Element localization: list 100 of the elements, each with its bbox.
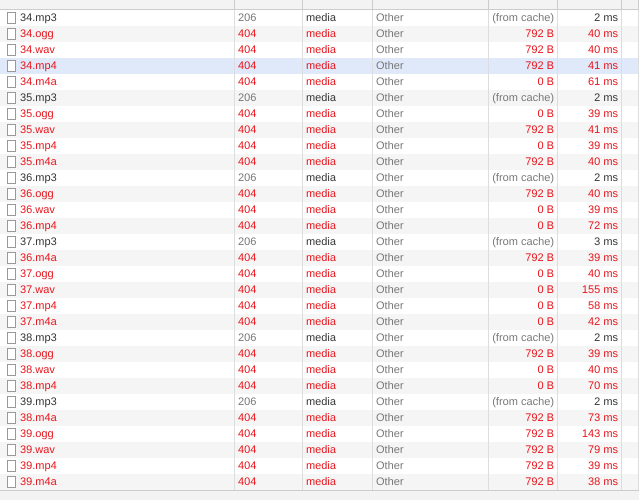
request-row[interactable]: 35.mp3 206 media Other (from cache) 2 ms (0, 90, 639, 106)
request-size: 792 B (525, 476, 554, 488)
request-row[interactable]: 39.wav 404 media Other 792 B 79 ms (0, 442, 639, 458)
request-row[interactable]: 35.m4a 404 media Other 792 B 40 ms (0, 154, 639, 170)
request-time: 2 ms (594, 396, 618, 408)
initiator: Other (376, 92, 404, 104)
request-size: 792 B (525, 252, 554, 264)
file-icon (7, 428, 16, 440)
file-icon (7, 172, 16, 184)
request-type: media (306, 92, 336, 104)
request-type: media (306, 316, 336, 328)
request-name: 38.mp3 (20, 332, 57, 344)
request-name: 34.wav (20, 44, 55, 56)
request-size: 0 B (537, 268, 554, 280)
request-size: 0 B (537, 204, 554, 216)
request-row[interactable]: 34.ogg 404 media Other 792 B 40 ms (0, 26, 639, 42)
request-size: 792 B (525, 44, 554, 56)
request-size: (from cache) (492, 12, 554, 24)
status-code: 404 (238, 284, 256, 296)
initiator: Other (376, 412, 404, 424)
status-code: 404 (238, 444, 256, 456)
request-size: (from cache) (492, 172, 554, 184)
request-row[interactable]: 36.m4a 404 media Other 792 B 39 ms (0, 250, 639, 266)
request-type: media (306, 124, 336, 136)
request-size: 0 B (537, 220, 554, 232)
file-icon (7, 12, 16, 24)
status-code: 404 (238, 140, 256, 152)
request-size: (from cache) (492, 92, 554, 104)
initiator: Other (376, 268, 404, 280)
file-icon (7, 124, 16, 136)
initiator: Other (376, 364, 404, 376)
request-name: 34.mp4 (20, 60, 57, 72)
request-name: 38.ogg (20, 348, 54, 360)
status-code: 404 (238, 28, 256, 40)
initiator: Other (376, 460, 404, 472)
initiator: Other (376, 220, 404, 232)
status-code: 206 (238, 172, 256, 184)
request-row[interactable]: 38.m4a 404 media Other 792 B 73 ms (0, 410, 639, 426)
status-code: 404 (238, 156, 256, 168)
request-row[interactable]: 39.m4a 404 media Other 792 B 38 ms (0, 474, 639, 490)
status-code: 206 (238, 12, 256, 24)
request-row[interactable]: 36.mp4 404 media Other 0 B 72 ms (0, 218, 639, 234)
initiator: Other (376, 396, 404, 408)
request-type: media (306, 460, 336, 472)
file-icon (7, 332, 16, 344)
request-row[interactable]: 37.m4a 404 media Other 0 B 42 ms (0, 314, 639, 330)
initiator: Other (376, 156, 404, 168)
initiator: Other (376, 76, 404, 88)
request-row[interactable]: 37.wav 404 media Other 0 B 155 ms (0, 282, 639, 298)
request-size: 0 B (537, 300, 554, 312)
file-icon (7, 188, 16, 200)
request-time: 73 ms (588, 412, 618, 424)
request-time: 39 ms (588, 348, 618, 360)
status-code: 206 (238, 332, 256, 344)
file-icon (7, 204, 16, 216)
file-icon (7, 140, 16, 152)
request-time: 41 ms (588, 60, 618, 72)
initiator: Other (376, 60, 404, 72)
initiator: Other (376, 12, 404, 24)
request-type: media (306, 476, 336, 488)
request-type: media (306, 300, 336, 312)
status-code: 404 (238, 460, 256, 472)
status-code: 206 (238, 92, 256, 104)
request-type: media (306, 12, 336, 24)
request-type: media (306, 348, 336, 360)
status-code: 404 (238, 476, 256, 488)
initiator: Other (376, 108, 404, 120)
request-row[interactable]: 34.mp4 404 media Other 792 B 41 ms (0, 58, 639, 74)
request-size: (from cache) (492, 236, 554, 248)
request-type: media (306, 108, 336, 120)
status-code: 404 (238, 380, 256, 392)
request-name: 34.m4a (20, 76, 57, 88)
request-type: media (306, 252, 336, 264)
initiator: Other (376, 204, 404, 216)
request-row[interactable]: 38.ogg 404 media Other 792 B 39 ms (0, 346, 639, 362)
request-time: 39 ms (588, 108, 618, 120)
request-size: 0 B (537, 284, 554, 296)
file-icon (7, 236, 16, 248)
file-icon (7, 156, 16, 168)
request-time: 58 ms (588, 300, 618, 312)
initiator: Other (376, 188, 404, 200)
initiator: Other (376, 476, 404, 488)
initiator: Other (376, 332, 404, 344)
request-size: 792 B (525, 444, 554, 456)
request-name: 38.m4a (20, 412, 57, 424)
request-time: 2 ms (594, 12, 618, 24)
request-type: media (306, 380, 336, 392)
request-size: 0 B (537, 140, 554, 152)
status-code: 404 (238, 364, 256, 376)
request-row[interactable]: 36.ogg 404 media Other 792 B 40 ms (0, 186, 639, 202)
request-time: 39 ms (588, 204, 618, 216)
request-time: 79 ms (588, 444, 618, 456)
status-code: 404 (238, 188, 256, 200)
request-time: 3 ms (594, 236, 618, 248)
request-row[interactable]: 38.mp4 404 media Other 0 B 70 ms (0, 378, 639, 394)
file-icon (7, 284, 16, 296)
request-time: 155 ms (582, 284, 618, 296)
request-row[interactable]: 35.wav 404 media Other 792 B 41 ms (0, 122, 639, 138)
request-type: media (306, 444, 336, 456)
status-code: 206 (238, 236, 256, 248)
